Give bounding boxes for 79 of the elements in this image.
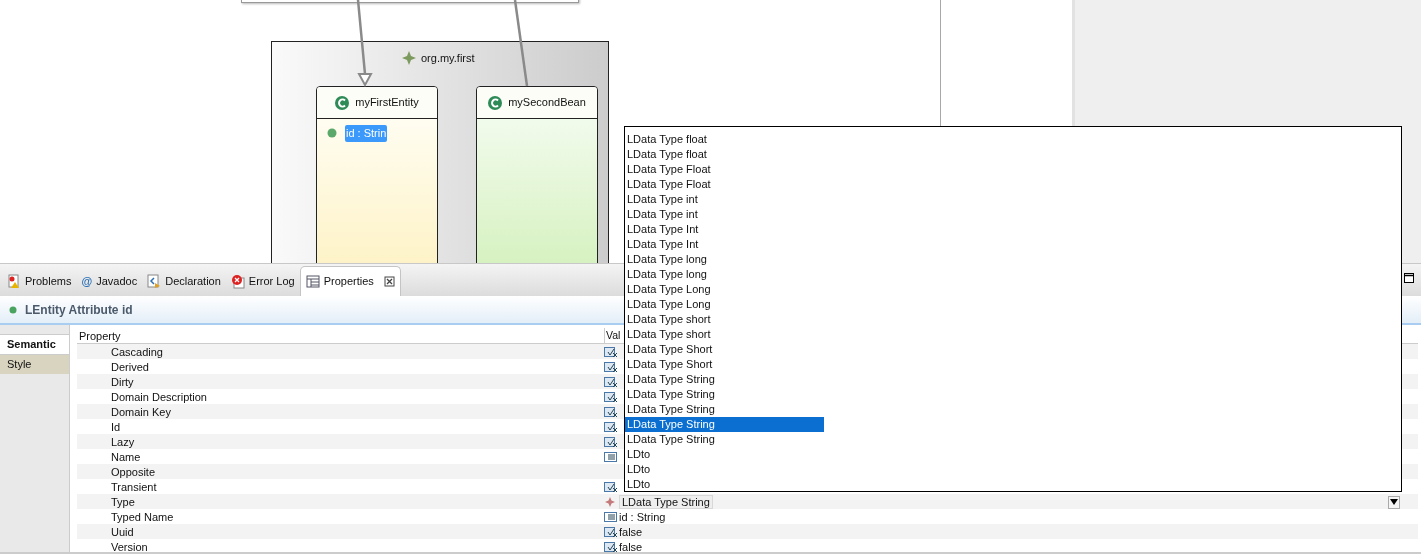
dropdown-option[interactable]: LData Type long — [625, 252, 824, 267]
class-name: myFirstEntity — [355, 95, 419, 111]
dropdown-option[interactable]: LData Type Long — [625, 297, 824, 312]
attribute-icon — [9, 305, 17, 314]
text-icon — [604, 511, 618, 524]
dropdown-option[interactable]: LData Type short — [625, 327, 824, 342]
dropdown-option[interactable]: LDto — [625, 447, 824, 462]
dropdown-option[interactable]: LDto — [625, 477, 824, 491]
boolean-icon — [604, 481, 618, 494]
dropdown-option[interactable]: LData Type String — [625, 417, 824, 432]
dropdown-option[interactable]: LData Type Float — [625, 162, 824, 177]
package-name: org.my.first — [421, 51, 475, 66]
class-name: mySecondBean — [508, 95, 586, 111]
property-name: Transient — [110, 480, 158, 495]
dropdown-option[interactable]: LData Type short — [625, 312, 824, 327]
property-name: Cascading — [110, 345, 164, 360]
boolean-icon — [604, 376, 618, 389]
property-name: Uuid — [110, 525, 135, 540]
dropdown-option[interactable]: LData Type long — [625, 267, 824, 282]
view-tab[interactable]: Declaration — [142, 266, 226, 296]
dropdown-option[interactable]: LData Type Short — [625, 342, 824, 357]
view-tab[interactable]: @ Javadoc — [76, 266, 143, 296]
column-header: Property — [78, 329, 122, 344]
attribute-icon — [327, 128, 337, 139]
view-tab[interactable]: Error Log — [225, 266, 300, 296]
side-tab[interactable]: Style — [0, 354, 69, 374]
property-name: Opposite — [110, 465, 157, 480]
dropdown-option[interactable]: LData Type int — [625, 207, 824, 222]
property-name: Domain Description — [110, 390, 208, 405]
panel-title: LEntity Attribute id — [25, 301, 133, 319]
boolean-icon — [604, 541, 618, 552]
property-name: Id — [110, 420, 122, 435]
dropdown-option[interactable]: LData Type String — [625, 372, 824, 387]
package-icon — [402, 51, 416, 66]
dropdown-option[interactable]: LData Type float — [625, 132, 824, 147]
class-icon — [335, 95, 350, 110]
text-icon — [604, 451, 618, 464]
dropdown-option[interactable]: LData Type Short — [625, 357, 824, 372]
property-value: false — [619, 540, 643, 552]
class-icon — [488, 95, 503, 110]
dropdown-button[interactable] — [1388, 495, 1400, 509]
property-name: Version — [110, 540, 149, 552]
property-name: Lazy — [110, 435, 136, 450]
property-name: Name — [110, 450, 142, 465]
boolean-icon — [604, 346, 618, 359]
property-name: Dirty — [110, 375, 135, 390]
dropdown-option[interactable]: LData Type Int — [625, 222, 824, 237]
dropdown-option[interactable]: LData Type Long — [625, 282, 824, 297]
dropdown-option[interactable]: LData Type int — [625, 192, 824, 207]
property-name: Typed Name — [110, 510, 175, 525]
dropdown-option[interactable]: LData Type String — [625, 402, 824, 417]
type-combo[interactable]: LData Type String — [619, 495, 713, 510]
boolean-icon — [604, 436, 618, 449]
close-icon[interactable] — [383, 276, 395, 287]
table-icon — [305, 274, 320, 289]
dropdown-option[interactable]: LData Type Float — [625, 177, 824, 192]
maximize-icon[interactable] — [1404, 273, 1414, 283]
property-name: Derived — [110, 360, 150, 375]
view-tab[interactable]: Problems — [2, 266, 77, 296]
boolean-icon — [604, 361, 618, 374]
dropdown-option[interactable]: LData Type String — [625, 387, 824, 402]
boolean-icon — [604, 421, 618, 434]
property-value: id : String — [619, 510, 666, 525]
property-value: false — [619, 525, 643, 540]
view-tab[interactable]: Properties — [299, 266, 401, 296]
dropdown-option[interactable]: LData Type String — [625, 432, 824, 447]
boolean-icon — [604, 406, 618, 419]
caret-icon — [1390, 499, 1398, 506]
property-name: Domain Key — [110, 405, 172, 420]
dropdown-option[interactable]: LDto — [625, 462, 824, 477]
problems-icon — [7, 273, 21, 289]
property-name: Type — [110, 495, 136, 510]
dropdown-option[interactable]: LData Type Int — [625, 237, 824, 252]
dropdown-option[interactable]: LData Type float — [625, 147, 824, 162]
error-icon — [230, 273, 245, 289]
boolean-icon — [604, 391, 618, 404]
boolean-icon — [604, 526, 618, 539]
document-icon — [147, 273, 162, 289]
side-tab[interactable]: Semantic — [0, 334, 69, 354]
